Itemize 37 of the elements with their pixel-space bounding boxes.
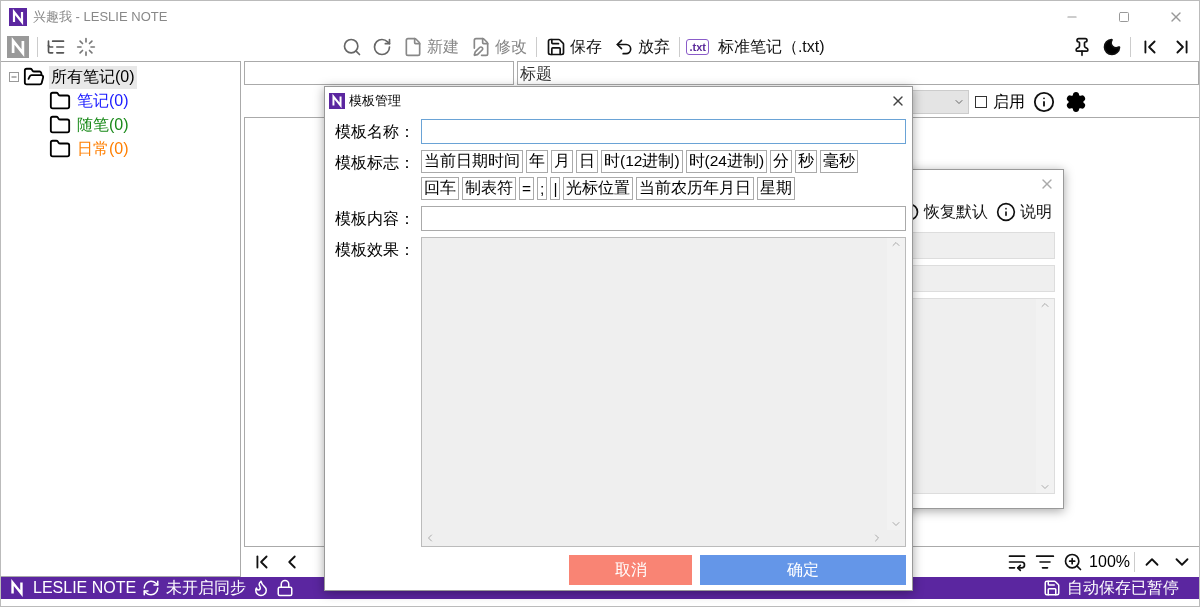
title-header: 标题	[517, 61, 1199, 85]
autosave-status: 自动保存已暂停	[1067, 577, 1179, 598]
tag-button[interactable]: 光标位置	[563, 177, 634, 200]
tag-button[interactable]: 时(12进制)	[601, 150, 683, 173]
tree-item[interactable]: 所有笔记(0)	[49, 65, 137, 89]
tag-button[interactable]: =	[519, 177, 535, 200]
tag-button[interactable]: 分	[770, 150, 793, 173]
zoom-level: 100%	[1089, 553, 1130, 571]
tree-item[interactable]: 笔记(0)	[75, 89, 131, 113]
note-type-button[interactable]: 标准笔记（.txt)	[714, 34, 828, 60]
field-label: 模板内容：	[335, 209, 416, 229]
tag-button[interactable]: 日	[576, 150, 598, 173]
tag-button[interactable]: 秒	[795, 150, 818, 173]
tag-button[interactable]: 回车	[421, 177, 459, 200]
app-name: LESLIE NOTE	[33, 579, 137, 597]
help-button[interactable]: 说明	[993, 199, 1055, 225]
tag-button[interactable]: |	[550, 177, 561, 200]
tag-button[interactable]: 年	[526, 150, 548, 173]
field-label: 模板效果：	[335, 240, 416, 260]
tag-button[interactable]: ;	[537, 177, 548, 200]
checkbox-label: 启用	[993, 91, 1025, 112]
tree-item[interactable]: 随笔(0)	[75, 113, 131, 137]
window-title: 兴趣我 - LESLIE NOTE	[33, 8, 169, 26]
tag-button[interactable]: 星期	[757, 177, 796, 200]
tag-button[interactable]: 时(24进制)	[685, 150, 768, 173]
tag-button[interactable]: 当前日期时间	[421, 150, 523, 173]
tag-button[interactable]: 月	[551, 150, 573, 173]
tag-button[interactable]: 制表符	[462, 177, 516, 200]
tag-button[interactable]: 当前农历年月日	[636, 177, 755, 200]
field-label: 模板标志：	[335, 153, 416, 173]
discard-button[interactable]: 放弃	[611, 34, 674, 60]
sync-status: 未开启同步	[166, 577, 247, 598]
txt-file-icon: .txt	[686, 39, 709, 55]
field-label: 模板名称：	[335, 122, 416, 142]
save-button[interactable]: 保存	[543, 34, 606, 60]
dialog-title: 模板管理	[349, 92, 402, 110]
tag-button[interactable]: 毫秒	[820, 150, 859, 173]
